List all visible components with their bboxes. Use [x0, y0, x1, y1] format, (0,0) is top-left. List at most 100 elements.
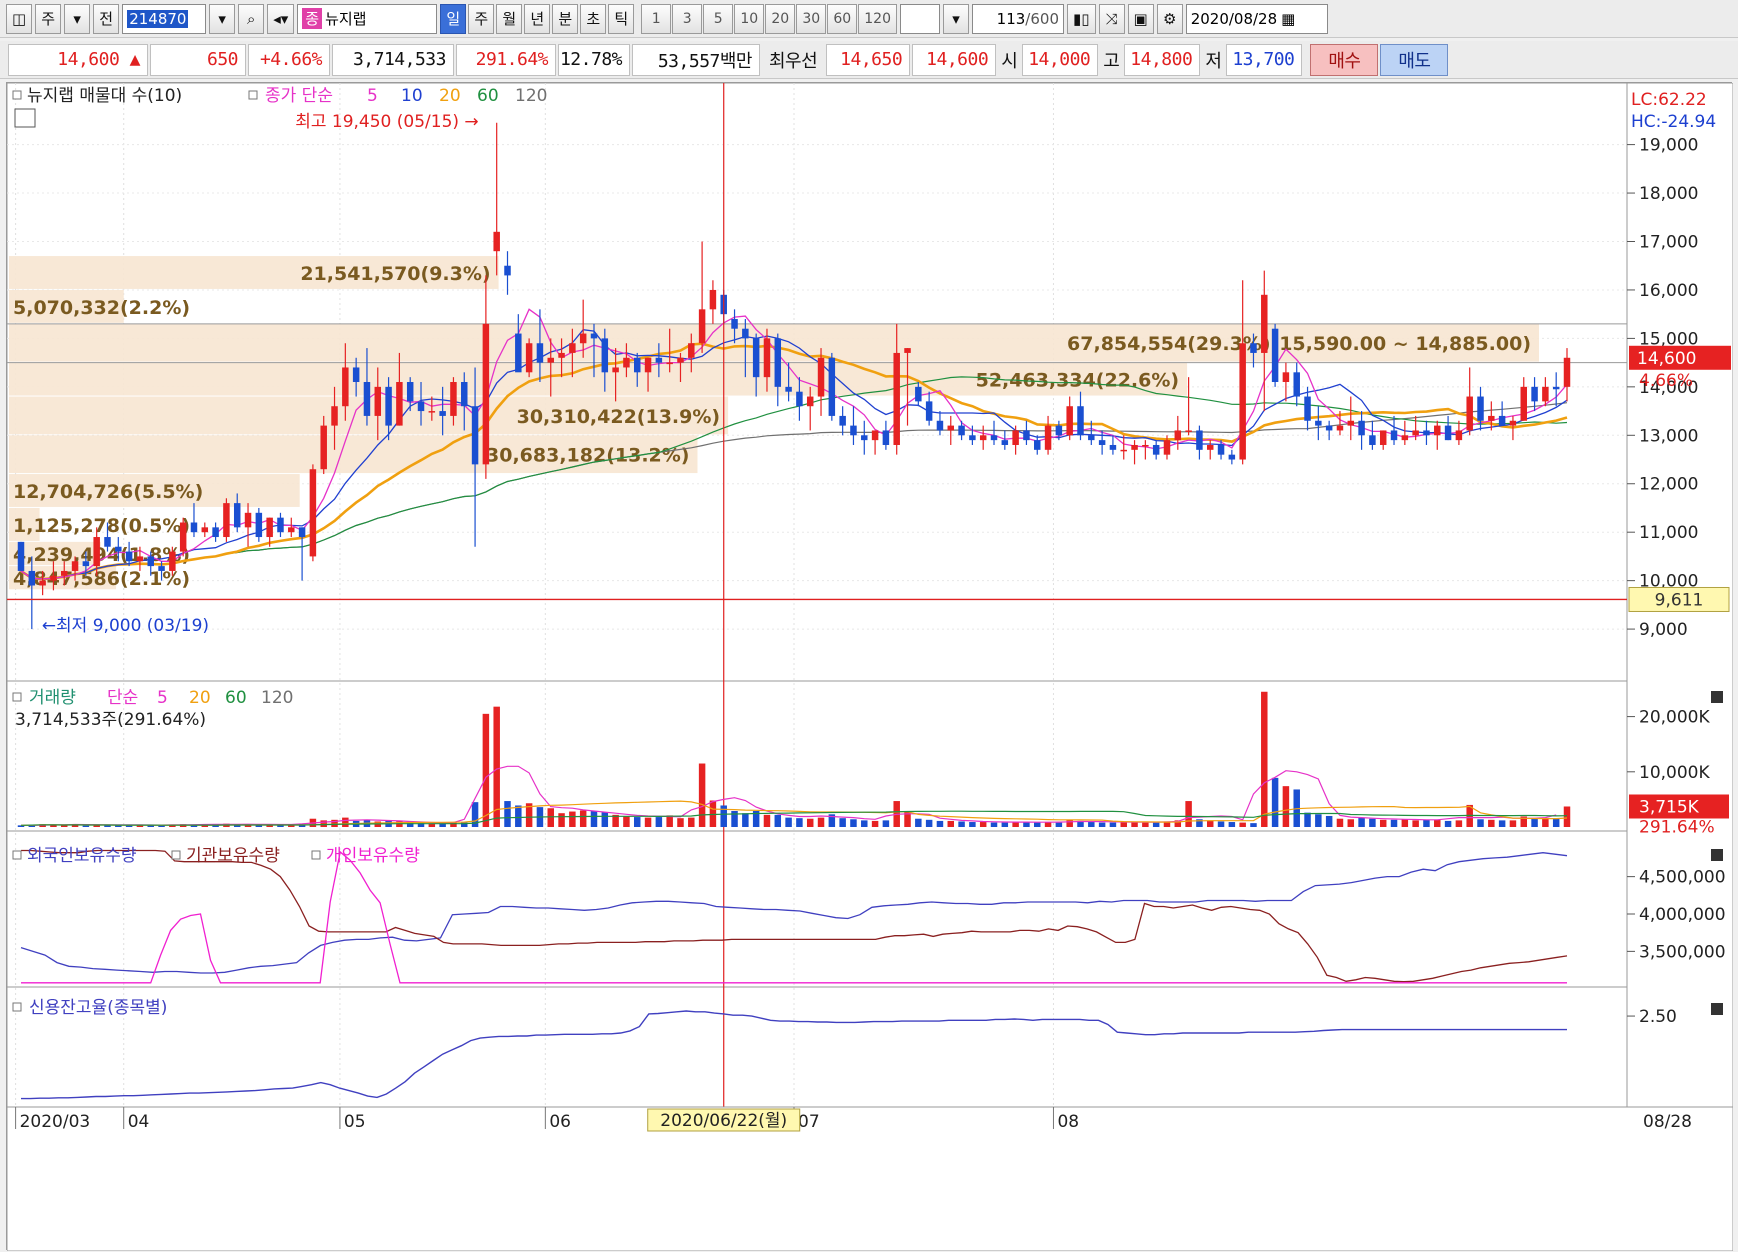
candle-body-22 [255, 512, 263, 538]
prev-button[interactable]: 전 [93, 3, 120, 34]
candle-body-70 [774, 338, 782, 387]
price-tick-label-2: 17,000 [1639, 233, 1698, 253]
volume-bar-125 [1369, 818, 1376, 827]
candle-body-73 [806, 396, 814, 407]
volume-bar-79 [871, 820, 879, 827]
volume-bar-67 [742, 813, 749, 827]
x-label-3: 06 [549, 1112, 571, 1132]
period-tab-0[interactable]: 일 [440, 3, 467, 34]
candle-body-143 [1563, 357, 1571, 387]
legend-ma-label: 종가 단순 [265, 86, 333, 106]
candle-body-138 [1509, 420, 1517, 426]
stock-type-badge: 종 [302, 8, 323, 29]
calendar-icon[interactable]: ▦ [1281, 10, 1295, 28]
x-label-2: 05 [344, 1112, 366, 1132]
interval-dropdown-icon[interactable]: ▾ [942, 3, 969, 34]
volume-bar-114 [1250, 823, 1257, 827]
period-tab-1[interactable]: 주 [468, 3, 495, 34]
candle-body-110 [1206, 444, 1214, 450]
candle-body-87 [958, 425, 965, 436]
volume-bar-131 [1434, 819, 1441, 827]
candle-body-76 [839, 415, 846, 426]
holding-legend-0: 외국인보유수량 [27, 846, 137, 866]
candle-body-34 [385, 386, 392, 426]
volume-bar-110 [1206, 820, 1214, 827]
candle-body-125 [1369, 435, 1376, 445]
stock-name-box[interactable]: 종 뉴지랩 [297, 3, 438, 34]
candle-body-119 [1304, 396, 1311, 421]
high-price: 14,800 [1124, 43, 1201, 76]
date-input[interactable]: 2020/08/28 ▦ [1185, 3, 1328, 34]
candle-body-60 [666, 362, 673, 365]
gear-icon[interactable]: ⚙ [1156, 3, 1183, 34]
volume-bar-6 [82, 825, 90, 827]
candle-body-52 [579, 333, 587, 344]
candle-body-113 [1239, 343, 1246, 460]
panel-frame-3 [7, 986, 1628, 1108]
speaker-icon[interactable]: ◂▾ [267, 3, 295, 34]
candle-body-127 [1390, 430, 1398, 441]
interval-button-60[interactable]: 60 [827, 3, 858, 34]
interval-button-3[interactable]: 3 [672, 3, 703, 34]
market-tab[interactable]: 주 [35, 3, 62, 34]
current-price: 14,600 [57, 49, 120, 70]
volume-bar-63 [698, 763, 706, 827]
volume-bar-123 [1347, 819, 1355, 827]
legend-ma-20: 20 [439, 86, 461, 106]
x-label-0: 2020/03 [20, 1112, 91, 1132]
candle-body-123 [1347, 420, 1355, 426]
candle-body-78 [861, 435, 868, 441]
candle-body-11 [136, 556, 144, 562]
chart-area[interactable]: 19,000 18,000 17,000 16,000 15,000 14,000 13,0… [6, 82, 1733, 1251]
interval-button-5[interactable]: 5 [703, 3, 734, 34]
volume-bar-57 [633, 817, 641, 827]
sell-button[interactable]: 매도 [1380, 43, 1449, 76]
period-tab-2[interactable]: 월 [496, 3, 523, 34]
code-value: 214870 [127, 9, 189, 28]
code-dropdown-icon[interactable]: ▾ [209, 3, 236, 34]
volume-legend-ma-5: 5 [157, 688, 168, 708]
code-input[interactable]: 214870 [122, 3, 207, 34]
date-value: 2020/08/28 [1190, 9, 1278, 28]
search-icon[interactable]: ⌕ [238, 3, 265, 34]
interval-custom-input[interactable] [899, 3, 940, 34]
chart-svg[interactable]: 19,00018,00017,00016,00015,00014,00013,0… [7, 83, 1733, 1251]
window-icon[interactable]: ◫ [6, 3, 33, 34]
interval-button-10[interactable]: 10 [734, 3, 765, 34]
candle-body-68 [752, 338, 760, 378]
volume-legend-box-icon [12, 692, 22, 702]
interval-button-1[interactable]: 1 [641, 3, 672, 34]
bar-count-input[interactable]: 113/600 [971, 3, 1064, 34]
candle-body-137 [1498, 415, 1506, 426]
interval-button-30[interactable]: 30 [796, 3, 827, 34]
volume-bar-137 [1498, 820, 1506, 827]
save-icon[interactable]: ▣ [1127, 3, 1154, 34]
candle-body-142 [1552, 386, 1560, 390]
interval-button-20[interactable]: 20 [765, 3, 796, 34]
volume-bar-74 [817, 817, 825, 827]
market-dropdown-icon[interactable]: ▾ [64, 3, 91, 34]
candle-body-19 [223, 503, 230, 538]
candle-body-43 [482, 323, 490, 465]
legend-box-icon [12, 90, 22, 100]
candle-body-32 [363, 382, 371, 416]
candle-body-82 [904, 348, 911, 353]
candle-body-111 [1217, 444, 1225, 455]
volume-bar-103 [1131, 822, 1138, 827]
volume-bar-43 [482, 713, 490, 827]
buy-button[interactable]: 매수 [1310, 43, 1379, 76]
candle-body-86 [947, 425, 955, 431]
up-arrow-icon: ▲ [119, 49, 141, 70]
period-tab-4[interactable]: 분 [552, 3, 579, 34]
interval-button-120[interactable]: 120 [858, 3, 897, 34]
period-tab-3[interactable]: 년 [524, 3, 551, 34]
credit-close-icon [1711, 1003, 1723, 1015]
indicator-icon[interactable]: ⤨ [1098, 3, 1125, 34]
volume-bar-85 [936, 820, 944, 827]
candle-body-112 [1228, 454, 1236, 460]
candle-settings-icon[interactable]: ▮▯ [1066, 3, 1096, 34]
candle-body-96 [1055, 425, 1063, 436]
period-tab-6[interactable]: 틱 [608, 3, 635, 34]
period-tab-5[interactable]: 초 [580, 3, 607, 34]
volume-bar-80 [882, 820, 890, 827]
